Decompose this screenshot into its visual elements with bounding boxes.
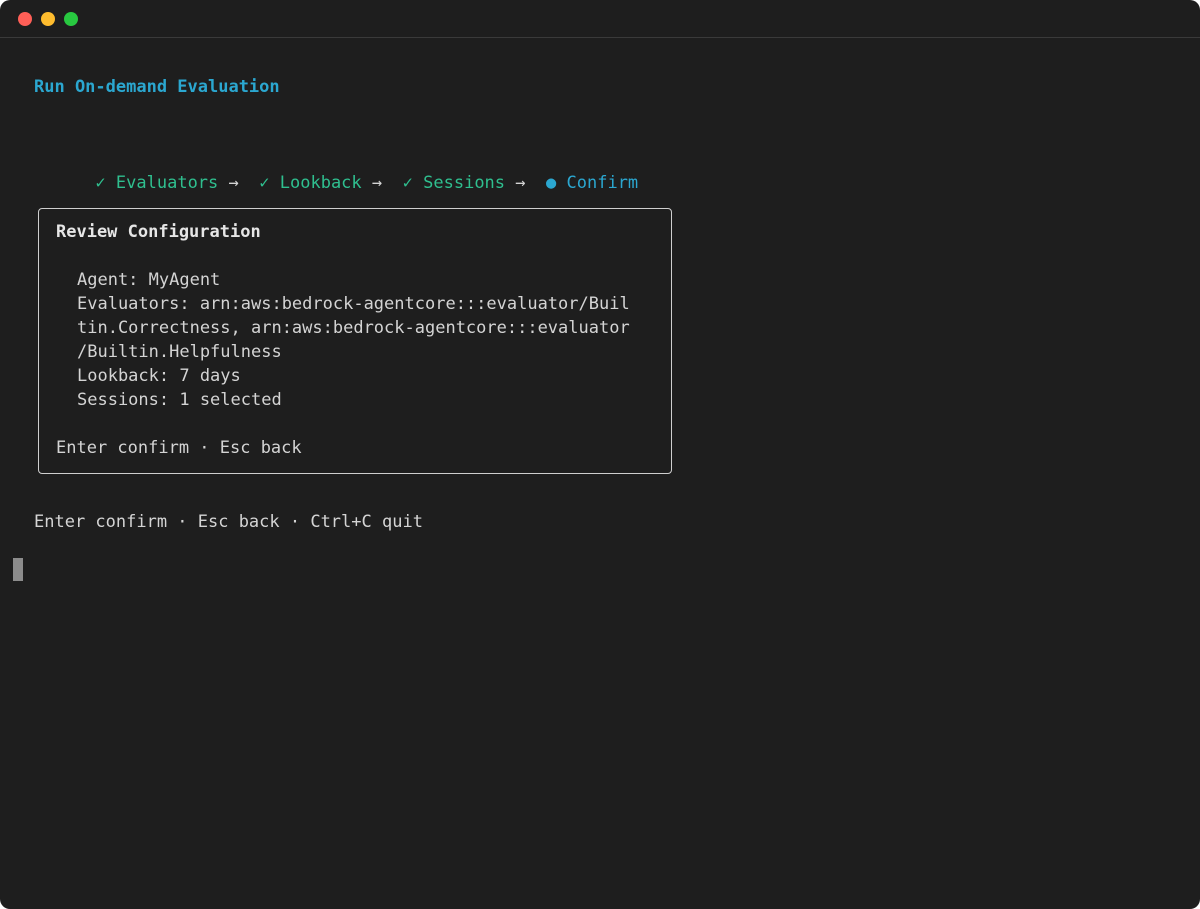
check-icon: ✓ bbox=[402, 173, 413, 193]
arrow-right-icon: → bbox=[228, 173, 239, 193]
maximize-window-button[interactable] bbox=[64, 12, 78, 26]
terminal-content: Run On-demand Evaluation ✓ Evaluators → … bbox=[0, 38, 1200, 909]
step-confirm: ● Confirm bbox=[546, 173, 639, 193]
review-sessions: Sessions: 1 selected bbox=[77, 390, 282, 410]
title-bar bbox=[0, 0, 1200, 38]
review-evaluators-line-3: /Builtin.Helpfulness bbox=[77, 342, 282, 362]
check-icon: ✓ bbox=[259, 173, 270, 193]
step-sessions: ✓ Sessions bbox=[402, 173, 506, 193]
current-step-dot-icon: ● bbox=[546, 173, 557, 193]
review-evaluators-line-2: tin.Correctness, arn:aws:bedrock-agentco… bbox=[77, 318, 630, 338]
terminal-window: Run On-demand Evaluation ✓ Evaluators → … bbox=[0, 0, 1200, 909]
minimize-window-button[interactable] bbox=[41, 12, 55, 26]
arrow-right-icon: → bbox=[515, 173, 526, 193]
step-lookback: ✓ Lookback bbox=[259, 173, 362, 193]
check-icon: ✓ bbox=[95, 173, 106, 193]
review-lookback: Lookback: 7 days bbox=[77, 366, 241, 386]
keyboard-hints: Enter confirm · Esc back · Ctrl+C quit bbox=[34, 512, 423, 532]
close-window-button[interactable] bbox=[18, 12, 32, 26]
arrow-right-icon: → bbox=[371, 173, 383, 193]
review-panel-hint: Enter confirm · Esc back bbox=[56, 438, 302, 458]
terminal-cursor[interactable] bbox=[13, 558, 23, 581]
step-evaluators: ✓ Evaluators bbox=[95, 173, 219, 193]
review-agent: Agent: MyAgent bbox=[77, 270, 221, 290]
review-panel-title: Review Configuration bbox=[56, 222, 261, 242]
review-evaluators-line-1: Evaluators: arn:aws:bedrock-agentcore:::… bbox=[77, 294, 630, 314]
page-title: Run On-demand Evaluation bbox=[34, 77, 280, 97]
review-panel: Review Configuration Agent: MyAgent Eval… bbox=[38, 208, 672, 474]
